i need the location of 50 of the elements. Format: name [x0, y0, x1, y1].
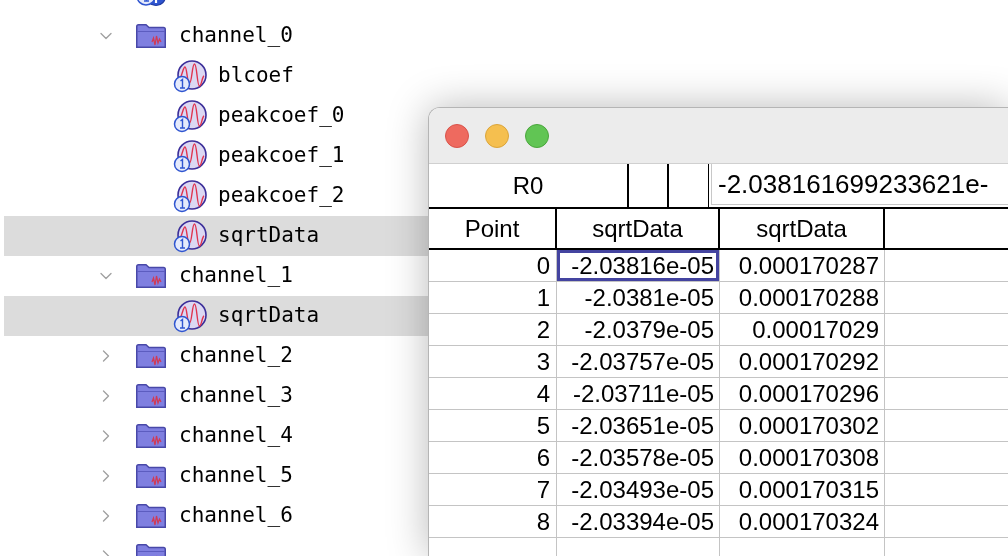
waveform-icon: [173, 219, 207, 253]
table-cell[interactable]: -2.0379e-05: [557, 314, 720, 345]
folder-icon: [136, 504, 166, 528]
table-cell[interactable]: -2.0381e-05: [557, 282, 720, 313]
row-number: 3: [429, 346, 557, 377]
row-number: 7: [429, 474, 557, 505]
zoom-button[interactable]: [525, 123, 549, 148]
table-cell[interactable]: -2.03711e-05: [557, 378, 720, 409]
waveform-icon: [173, 139, 207, 173]
row-number: 6: [429, 442, 557, 473]
row-number: 4: [429, 378, 557, 409]
table-cell[interactable]: 0.000170315: [720, 474, 885, 505]
table-cell[interactable]: -2.03651e-05: [557, 410, 720, 441]
table-cell[interactable]: 0.00017029: [720, 314, 885, 345]
table-cell[interactable]: 0.000170292: [720, 346, 885, 377]
column-header[interactable]: sqrtData: [720, 209, 885, 248]
table-cell[interactable]: -2.03394e-05: [557, 506, 720, 537]
cell-name-box[interactable]: R0: [429, 164, 629, 207]
row-number: 1: [429, 282, 557, 313]
row-number: 2: [429, 314, 557, 345]
table-cell[interactable]: 0.000170287: [720, 250, 885, 281]
row-number: 0: [429, 250, 557, 281]
folder-icon: [136, 384, 166, 408]
column-header[interactable]: Point: [429, 209, 557, 248]
waveform-icon: [173, 179, 207, 213]
tree-item[interactable]: sqrtData: [4, 216, 428, 256]
table-cell[interactable]: -2.03578e-05: [557, 442, 720, 473]
row-number: 5: [429, 410, 557, 441]
waveform-icon: [173, 99, 207, 133]
waveform-icon: [173, 299, 207, 333]
table-cell[interactable]: -2.03757e-05: [557, 346, 720, 377]
folder-icon: [136, 464, 166, 488]
folder-icon: [136, 344, 166, 368]
table-cell[interactable]: 0.000170308: [720, 442, 885, 473]
tree-item[interactable]: sqrtData: [4, 296, 428, 336]
table-cell[interactable]: 0.000170296: [720, 378, 885, 409]
table-cell[interactable]: -2.03493e-05: [557, 474, 720, 505]
folder-icon: [136, 264, 166, 288]
value-field[interactable]: -2.038161699233621e-: [711, 164, 1008, 205]
waveform-icon: [173, 59, 207, 93]
folder-icon: [136, 24, 166, 48]
close-button[interactable]: [445, 123, 469, 148]
row-number: 8: [429, 506, 557, 537]
table-cell[interactable]: -2.03816e-05: [557, 250, 720, 281]
table-cell[interactable]: 0.000170302: [720, 410, 885, 441]
minimize-button[interactable]: [485, 123, 509, 148]
table-cell[interactable]: 0.000170324: [720, 506, 885, 537]
column-header[interactable]: sqrtData: [557, 209, 720, 248]
table-cell[interactable]: 0.000170288: [720, 282, 885, 313]
folder-icon: [136, 424, 166, 448]
